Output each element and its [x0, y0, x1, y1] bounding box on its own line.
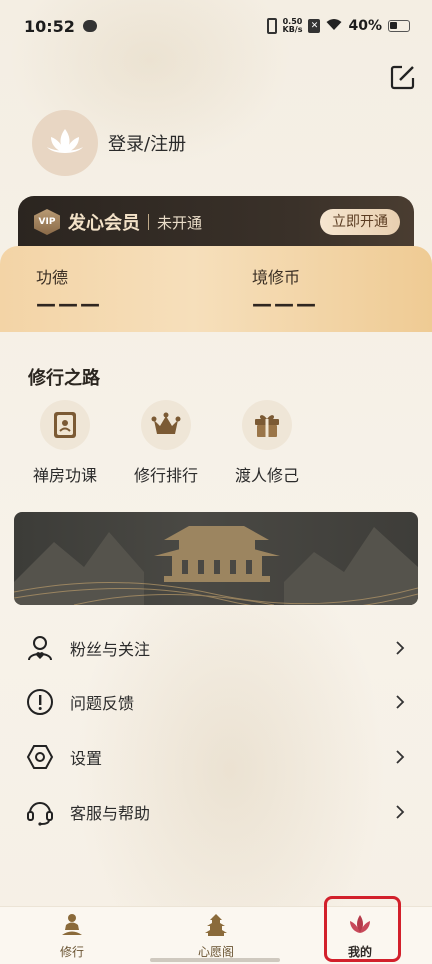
wifi-icon	[326, 18, 342, 35]
headset-icon	[24, 796, 56, 828]
vip-status: 未开通	[157, 213, 203, 232]
wechat-icon	[82, 20, 97, 32]
battery-icon	[388, 20, 410, 32]
network-speed-unit: KB/s	[282, 25, 303, 34]
profile-header[interactable]: 登录/注册	[32, 110, 186, 176]
pagoda-icon	[205, 914, 227, 936]
exclamation-icon	[24, 686, 56, 718]
nav-tab-wish[interactable]: 心愿阁	[181, 913, 251, 960]
merit-item-coins[interactable]: 境修币 ———	[252, 264, 318, 316]
menu-label: 问题反馈	[70, 694, 135, 713]
vip-badge-icon: VIP	[34, 209, 60, 235]
merit-item-gongde[interactable]: 功德 ———	[36, 264, 102, 316]
shortcut-label: 禅房功课	[32, 466, 97, 485]
login-register-link[interactable]: 登录/注册	[108, 130, 186, 156]
status-indicators: 0.50 KB/s ✕ 40%	[266, 18, 410, 35]
hex-settings-icon	[24, 741, 56, 773]
nav-label: 修行	[59, 945, 84, 959]
vip-title: 发心会员	[68, 213, 140, 234]
temple-illustration	[14, 526, 418, 605]
shortcut-label: 修行排行	[133, 466, 198, 485]
merit-value: ———	[252, 292, 318, 316]
menu-settings[interactable]: 设置	[24, 737, 408, 777]
vibrate-icon	[266, 18, 277, 34]
promo-banner[interactable]	[14, 512, 418, 605]
gift-icon	[242, 400, 292, 450]
chevron-right-icon	[396, 805, 405, 819]
merit-label: 境修币	[252, 268, 301, 287]
merit-label: 功德	[36, 268, 69, 287]
chevron-right-icon	[396, 641, 405, 655]
status-bar: 10:52 0.50 KB/s ✕ 40%	[0, 0, 432, 52]
user-heart-icon	[24, 632, 56, 664]
crown-icon	[141, 400, 191, 450]
chevron-right-icon	[396, 750, 405, 764]
merit-panel: 功德 ——— 境修币 ———	[0, 246, 432, 332]
menu-feedback[interactable]: 问题反馈	[24, 682, 408, 722]
status-time: 10:52	[24, 16, 75, 36]
battery-percent: 40%	[348, 18, 382, 34]
edit-profile-button[interactable]	[390, 64, 416, 90]
network-speed: 0.50 KB/s	[283, 18, 303, 34]
meditation-icon	[62, 914, 82, 935]
vip-membership-bar[interactable]: VIP 发心会员 未开通 立即开通	[18, 196, 414, 248]
menu-label: 设置	[70, 749, 103, 768]
active-tab-highlight	[324, 896, 401, 962]
menu-label: 粉丝与关注	[70, 640, 151, 659]
menu-fans-follow[interactable]: 粉丝与关注	[24, 628, 408, 668]
home-indicator[interactable]	[150, 958, 280, 962]
shortcut-ranking[interactable]: 修行排行	[121, 400, 211, 486]
chevron-right-icon	[396, 695, 405, 709]
menu-support[interactable]: 客服与帮助	[24, 792, 408, 832]
vip-divider	[148, 214, 149, 230]
book-icon	[40, 400, 90, 450]
shortcut-durenxiuji[interactable]: 渡人修己	[222, 400, 312, 486]
vip-open-button[interactable]: 立即开通	[320, 209, 400, 235]
lotus-avatar-icon	[47, 129, 83, 153]
no-sim-icon: ✕	[308, 19, 321, 33]
menu-label: 客服与帮助	[70, 804, 151, 823]
avatar[interactable]	[32, 110, 98, 176]
section-title: 修行之路	[28, 368, 100, 389]
merit-value: ———	[36, 292, 102, 316]
shortcut-chanfang[interactable]: 禅房功课	[20, 400, 110, 486]
shortcut-label: 渡人修己	[234, 466, 299, 485]
edit-icon	[390, 65, 415, 90]
nav-tab-practice[interactable]: 修行	[37, 913, 107, 960]
